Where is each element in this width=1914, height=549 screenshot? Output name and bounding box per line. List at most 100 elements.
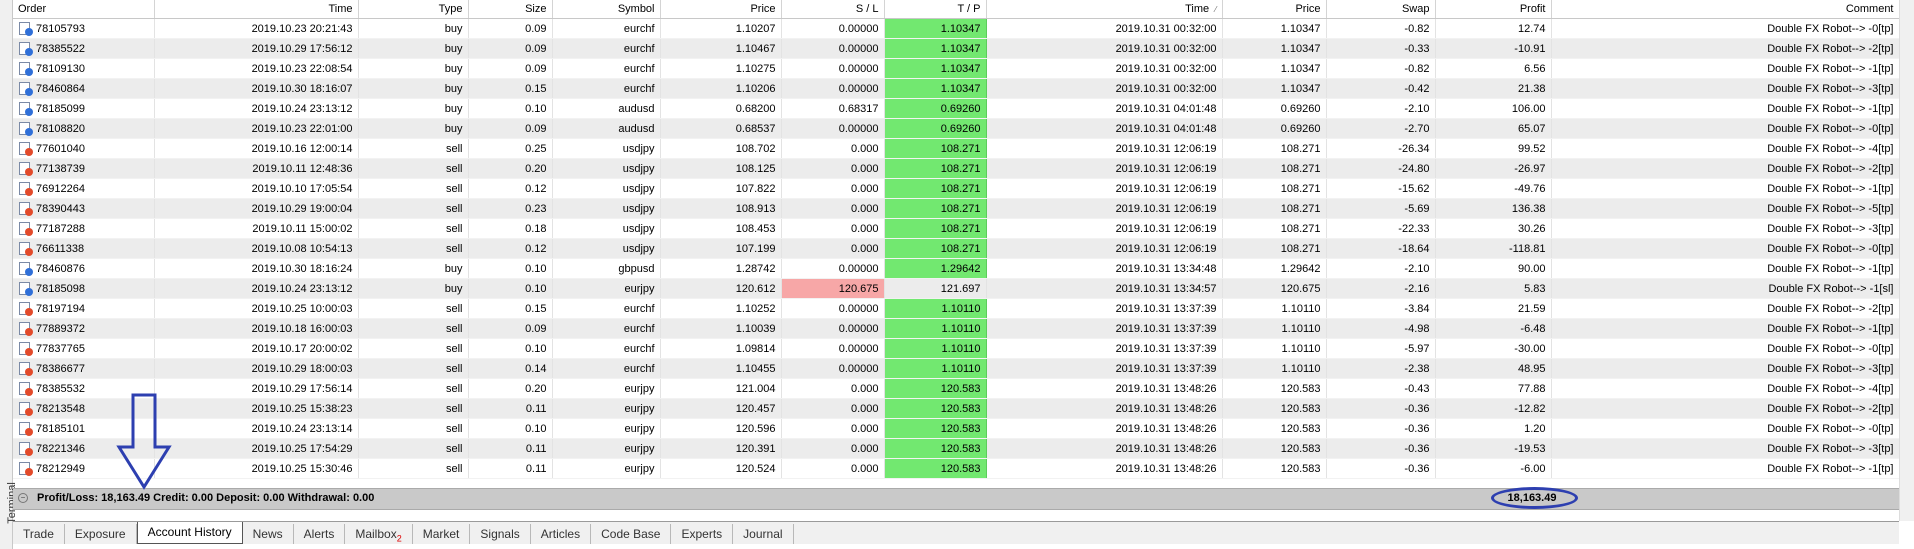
close-time-cell: 2019.10.31 12:06:19: [986, 158, 1223, 179]
comment-cell: Double FX Robot--> -2[tp]: [1551, 298, 1900, 319]
tab-journal[interactable]: Journal: [733, 524, 794, 544]
close-time-cell: 2019.10.31 13:37:39: [986, 318, 1223, 339]
col-swap-header[interactable]: Swap: [1326, 0, 1436, 19]
size-cell: 0.09: [468, 118, 553, 139]
swap-cell: -2.10: [1326, 258, 1436, 279]
table-row[interactable]: 76912264 2019.10.10 17:05:54 sell 0.12 usdjp…: [13, 178, 1900, 199]
order-number: 78212949: [36, 463, 85, 475]
table-row[interactable]: 78460864 2019.10.30 18:16:07 buy 0.15 eurchf…: [13, 78, 1900, 99]
comment-cell: Double FX Robot--> -3[tp]: [1551, 218, 1900, 239]
tab-code-base[interactable]: Code Base: [591, 524, 672, 544]
price-cell: 1.10039: [660, 318, 782, 339]
sl-cell: 0.000: [781, 218, 885, 239]
col-close-time-header[interactable]: Time ⁄: [986, 0, 1223, 19]
tab-label: Mailbox: [355, 527, 397, 541]
order-number: 77601040: [36, 143, 85, 155]
table-row[interactable]: 77889372 2019.10.18 16:00:03 sell 0.09 eurch…: [13, 318, 1900, 339]
table-row[interactable]: 78212949 2019.10.25 15:30:46 sell 0.11 eurjp…: [13, 458, 1900, 479]
col-symbol-header[interactable]: Symbol: [552, 0, 661, 19]
tab-account-history[interactable]: Account History: [136, 522, 243, 544]
table-row[interactable]: 77187288 2019.10.11 15:00:02 sell 0.18 usdjp…: [13, 218, 1900, 239]
order-number: 78213548: [36, 403, 85, 415]
symbol-cell: eurchf: [552, 318, 661, 339]
swap-cell: -0.42: [1326, 78, 1436, 99]
close-price-cell: 120.583: [1222, 458, 1327, 479]
table-row[interactable]: 76611338 2019.10.08 10:54:13 sell 0.12 usdjp…: [13, 238, 1900, 259]
table-row[interactable]: 78221346 2019.10.25 17:54:29 sell 0.11 eurjp…: [13, 438, 1900, 459]
tab-news[interactable]: News: [243, 524, 294, 544]
vertical-scrollbar[interactable]: [1899, 0, 1914, 521]
table-row[interactable]: 78108820 2019.10.23 22:01:00 buy 0.09 audusd…: [13, 118, 1900, 139]
profit-cell: 21.59: [1435, 298, 1552, 319]
price-cell: 108.702: [660, 138, 782, 159]
table-row[interactable]: 77138739 2019.10.11 12:48:36 sell 0.20 usdjp…: [13, 158, 1900, 179]
swap-cell: -5.69: [1326, 198, 1436, 219]
price-cell: 120.391: [660, 438, 782, 459]
size-cell: 0.09: [468, 318, 553, 339]
open-time-cell: 2019.10.23 20:21:43: [154, 18, 359, 39]
col-open-time-header[interactable]: Time: [154, 0, 359, 19]
tp-cell: 1.10347: [884, 58, 987, 79]
sl-cell: 0.00000: [781, 38, 885, 59]
tab-exposure[interactable]: Exposure: [65, 524, 137, 544]
close-time-cell: 2019.10.31 13:48:26: [986, 398, 1223, 419]
sell-order-icon: [19, 242, 33, 256]
tp-cell: 120.583: [884, 418, 987, 439]
table-row[interactable]: 78185099 2019.10.24 23:13:12 buy 0.10 audusd…: [13, 98, 1900, 119]
buy-order-icon: [19, 42, 33, 56]
size-cell: 0.10: [468, 338, 553, 359]
open-time-cell: 2019.10.24 23:13:12: [154, 98, 359, 119]
tab-articles[interactable]: Articles: [531, 524, 592, 544]
table-row[interactable]: 78185098 2019.10.24 23:13:12 buy 0.10 eurjpy…: [13, 278, 1900, 299]
tab-market[interactable]: Market: [413, 524, 471, 544]
type-cell: sell: [358, 238, 469, 259]
tab-experts[interactable]: Experts: [671, 524, 734, 544]
table-row[interactable]: 78185101 2019.10.24 23:13:14 sell 0.10 eurjp…: [13, 418, 1900, 439]
tab-alerts[interactable]: Alerts: [294, 524, 346, 544]
table-row[interactable]: 77601040 2019.10.16 12:00:14 sell 0.25 usdjp…: [13, 138, 1900, 159]
table-row[interactable]: 78213548 2019.10.25 15:38:23 sell 0.11 eurjp…: [13, 398, 1900, 419]
tab-trade[interactable]: Trade: [13, 524, 65, 544]
table-row[interactable]: 78385522 2019.10.29 17:56:12 buy 0.09 eurchf…: [13, 38, 1900, 59]
terminal-tab-bar: Trade Exposure Account History News Alerts Ma…: [13, 521, 1899, 544]
col-close-price-header[interactable]: Price: [1222, 0, 1327, 19]
sl-cell: 0.000: [781, 438, 885, 459]
col-order-header[interactable]: Order: [13, 0, 155, 19]
table-row[interactable]: 78109130 2019.10.23 22:08:54 buy 0.09 eurchf…: [13, 58, 1900, 79]
col-size-header[interactable]: Size: [468, 0, 553, 19]
table-row[interactable]: 78386677 2019.10.29 18:00:03 sell 0.14 eurch…: [13, 358, 1900, 379]
open-time-cell: 2019.10.25 15:30:46: [154, 458, 359, 479]
swap-cell: -0.36: [1326, 458, 1436, 479]
tp-cell: 0.69260: [884, 98, 987, 119]
close-price-cell: 120.583: [1222, 378, 1327, 399]
sl-cell: 0.000: [781, 238, 885, 259]
col-tp-header[interactable]: T / P: [884, 0, 987, 19]
symbol-cell: eurjpy: [552, 378, 661, 399]
type-cell: sell: [358, 458, 469, 479]
table-row[interactable]: 78460876 2019.10.30 18:16:24 buy 0.10 gbpusd…: [13, 258, 1900, 279]
tp-cell: 108.271: [884, 158, 987, 179]
sell-order-icon: [19, 162, 33, 176]
profit-cell: 5.83: [1435, 278, 1552, 299]
table-row[interactable]: 78390443 2019.10.29 19:00:04 sell 0.23 usdjp…: [13, 198, 1900, 219]
tab-signals[interactable]: Signals: [470, 524, 531, 544]
table-row[interactable]: 78385532 2019.10.29 17:56:14 sell 0.20 eurjp…: [13, 378, 1900, 399]
open-time-cell: 2019.10.10 17:05:54: [154, 178, 359, 199]
order-cell: 78108820: [13, 118, 155, 139]
size-cell: 0.20: [468, 158, 553, 179]
close-price-cell: 1.10110: [1222, 298, 1327, 319]
swap-cell: -4.98: [1326, 318, 1436, 339]
type-cell: sell: [358, 318, 469, 339]
table-row[interactable]: 77837765 2019.10.17 20:00:02 sell 0.10 eurch…: [13, 338, 1900, 359]
table-row[interactable]: 78197194 2019.10.25 10:00:03 sell 0.15 eurch…: [13, 298, 1900, 319]
col-type-header[interactable]: Type: [358, 0, 469, 19]
col-sl-header[interactable]: S / L: [781, 0, 885, 19]
summary-collapse-icon[interactable]: −: [18, 493, 28, 503]
col-price-header[interactable]: Price: [660, 0, 782, 19]
col-profit-header[interactable]: Profit: [1435, 0, 1552, 19]
col-comment-header[interactable]: Comment: [1551, 0, 1900, 19]
table-row[interactable]: 78105793 2019.10.23 20:21:43 buy 0.09 eurchf…: [13, 18, 1900, 39]
price-cell: 108.125: [660, 158, 782, 179]
tab-mailbox[interactable]: Mailbox2: [345, 524, 413, 544]
size-cell: 0.09: [468, 58, 553, 79]
